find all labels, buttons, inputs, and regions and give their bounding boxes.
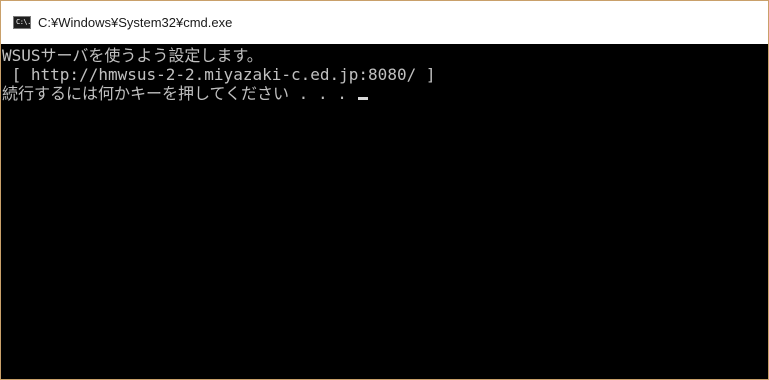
console-output[interactable]: WSUSサーバを使うよう設定します。 [ http://hmwsus-2-2.m…	[1, 44, 768, 379]
window-title: C:¥Windows¥System32¥cmd.exe	[38, 15, 233, 30]
prompt-text: 続行するには何かキーを押してください . . .	[2, 84, 357, 103]
console-line: [ http://hmwsus-2-2.miyazaki-c.ed.jp:808…	[2, 65, 436, 84]
console-icon[interactable]: C:\.	[13, 16, 31, 29]
cmd-window: C:\. C:¥Windows¥System32¥cmd.exe WSUSサーバ…	[0, 0, 769, 380]
text-cursor	[358, 97, 369, 100]
title-bar[interactable]: C:\. C:¥Windows¥System32¥cmd.exe	[1, 1, 768, 44]
console-line: WSUSサーバを使うよう設定します。	[2, 46, 263, 65]
console-line-prompt: 続行するには何かキーを押してください . . .	[2, 84, 768, 103]
console-icon-glyph: C:\.	[16, 18, 31, 26]
